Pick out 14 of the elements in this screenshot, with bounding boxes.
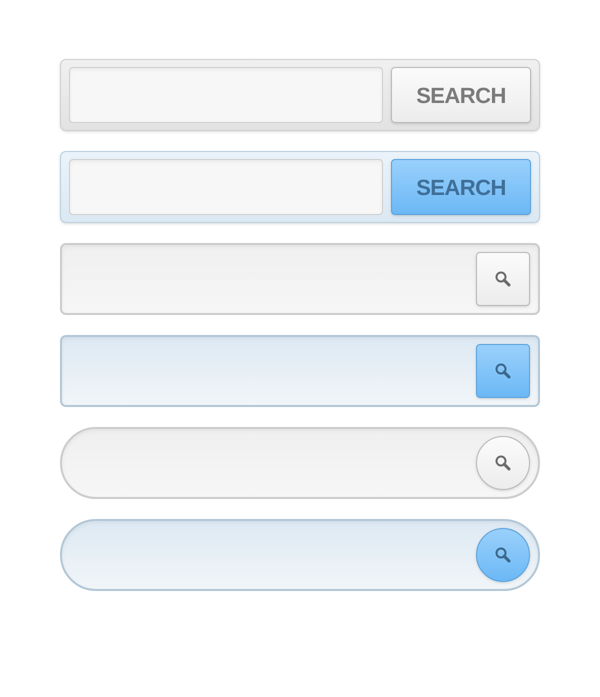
search-button[interactable] xyxy=(476,344,530,398)
search-field[interactable] xyxy=(69,67,383,123)
search-button[interactable]: SEARCH xyxy=(391,67,531,123)
search-icon xyxy=(494,362,512,380)
search-field[interactable] xyxy=(69,159,383,215)
search-button[interactable] xyxy=(476,528,530,582)
search-icon xyxy=(494,546,512,564)
search-button[interactable] xyxy=(476,436,530,490)
search-icon xyxy=(494,454,512,472)
search-field[interactable] xyxy=(60,243,540,315)
search-button[interactable] xyxy=(476,252,530,306)
search-field[interactable] xyxy=(60,335,540,407)
search-icon xyxy=(494,270,512,288)
search-button[interactable]: SEARCH xyxy=(391,159,531,215)
